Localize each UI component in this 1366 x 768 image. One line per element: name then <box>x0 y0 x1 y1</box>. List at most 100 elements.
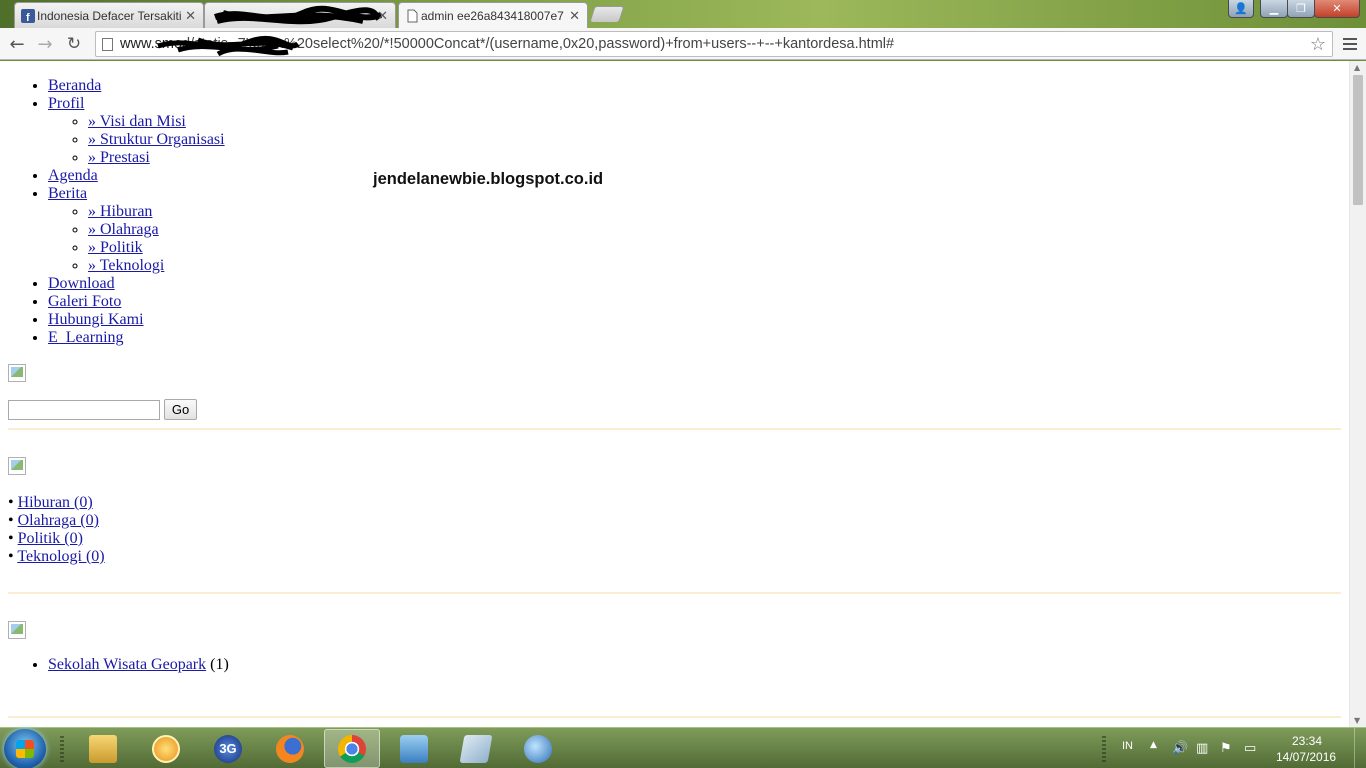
close-button[interactable]: ✕ <box>1314 0 1360 18</box>
search-input[interactable] <box>8 400 160 420</box>
show-desktop-button[interactable] <box>1354 728 1366 768</box>
tab-close-icon[interactable]: ✕ <box>569 8 580 24</box>
tab-active[interactable]: admin ee26a843418007e7 ✕ <box>398 2 588 28</box>
nav-link[interactable]: E_Learning <box>48 329 124 346</box>
submenu-link[interactable]: » Prestasi <box>88 149 150 166</box>
link-count: (1) <box>210 656 229 673</box>
globe-icon <box>524 734 552 763</box>
page-viewport: Beranda Profil » Visi dan Misi » Struktu… <box>0 61 1366 727</box>
browser-toolbar: ← → ↻ www.smo d/statis--7'union%20select%… <box>0 28 1366 60</box>
submenu: » Visi dan Misi » Struktur Organisasi » … <box>48 113 1341 167</box>
broken-image-icon <box>8 457 26 475</box>
tab-facebook[interactable]: f Indonesia Defacer Tersakiti ✕ <box>14 2 204 28</box>
nav-item-download: Download <box>48 275 1341 293</box>
system-tray: IN ▲ 🔊 ▥ ⚑ ▭ 23:34 14/07/2016 <box>1096 728 1366 768</box>
nav-link[interactable]: Beranda <box>48 77 101 94</box>
divider <box>8 716 1341 718</box>
nav-item-beranda: Beranda <box>48 77 1341 95</box>
submenu-link[interactable]: » Olahraga <box>88 221 159 238</box>
bullet: • <box>8 548 14 565</box>
taskbar-app-video[interactable] <box>386 729 442 768</box>
go-button[interactable]: Go <box>164 399 197 420</box>
display-icon[interactable]: ▭ <box>1244 741 1256 756</box>
vertical-scrollbar[interactable]: ▲ ▼ <box>1349 61 1366 727</box>
modem-3g-icon: 3G <box>214 734 242 763</box>
bookmark-star-icon[interactable]: ☆ <box>1310 34 1326 55</box>
scroll-up-arrow-icon[interactable]: ▲ <box>1354 63 1360 72</box>
browser-tab-bar: f Indonesia Defacer Tersakiti ✕ ✕ admin … <box>0 0 1366 28</box>
bullet: • <box>8 494 14 511</box>
category-list: • Hiburan (0) • Olahraga (0) • Politik (… <box>8 494 105 566</box>
taskbar-app-3g-modem[interactable]: 3G <box>200 729 256 768</box>
broken-image-icon <box>8 621 26 639</box>
nav-link[interactable]: Galeri Foto <box>48 293 121 310</box>
submenu-link[interactable]: » Hiburan <box>88 203 152 220</box>
submenu-link[interactable]: » Politik <box>88 239 143 256</box>
user-icon[interactable]: 👤 <box>1228 0 1254 18</box>
category-link[interactable]: Politik (0) <box>18 530 83 547</box>
bullet: • <box>8 530 14 547</box>
scrollbar-thumb[interactable] <box>1353 75 1363 205</box>
nav-item-profil: Profil » Visi dan Misi » Struktur Organi… <box>48 95 1341 167</box>
taskbar-app-globe[interactable] <box>510 729 566 768</box>
back-arrow-icon[interactable]: ← <box>5 32 29 56</box>
taskbar-app-explorer[interactable] <box>75 729 131 768</box>
tab-close-icon[interactable]: ✕ <box>377 8 388 24</box>
address-bar[interactable]: www.smo d/statis--7'union%20select%20/*!5… <box>95 31 1333 57</box>
taskbar-app-chrome[interactable] <box>324 729 380 768</box>
submenu-link[interactable]: » Struktur Organisasi <box>88 131 225 148</box>
volume-icon[interactable]: 🔊 <box>1172 741 1188 756</box>
nav-link[interactable]: Download <box>48 275 115 292</box>
nav-item-berita: Berita » Hiburan » Olahraga » Politik » … <box>48 185 1341 275</box>
divider <box>8 428 1341 430</box>
submenu-link[interactable]: » Visi dan Misi <box>88 113 186 130</box>
minimize-button[interactable]: ▁ <box>1260 0 1288 18</box>
reload-icon[interactable]: ↻ <box>62 32 86 56</box>
folder-icon <box>89 734 117 763</box>
nav-link[interactable]: Profil <box>48 95 84 112</box>
nav-link[interactable]: Hubungi Kami <box>48 311 144 328</box>
submenu: » Hiburan » Olahraga » Politik » Teknolo… <box>48 203 1341 275</box>
taskbar-app-notes[interactable] <box>448 729 504 768</box>
category-link[interactable]: Olahraga (0) <box>18 512 99 529</box>
tab-close-icon[interactable]: ✕ <box>185 8 196 24</box>
nav-link[interactable]: Berita <box>48 185 87 202</box>
maximize-button[interactable]: ❐ <box>1287 0 1315 18</box>
watermark-text: jendelanewbie.blogspot.co.id <box>373 170 604 188</box>
tray-grip <box>1102 736 1106 762</box>
nav-item-galeri-foto: Galeri Foto <box>48 293 1341 311</box>
new-tab-button[interactable] <box>589 6 625 22</box>
scroll-down-arrow-icon[interactable]: ▼ <box>1354 716 1360 725</box>
taskbar-app-media-player[interactable] <box>138 729 194 768</box>
clock-date[interactable]: 14/07/2016 <box>1276 750 1336 764</box>
nav-item-e-learning: E_Learning <box>48 329 1341 347</box>
category-link[interactable]: Hiburan (0) <box>18 494 93 511</box>
divider <box>8 592 1341 594</box>
nav-link[interactable]: Agenda <box>48 167 98 184</box>
network-icon[interactable]: ▥ <box>1196 741 1208 756</box>
list-link[interactable]: Sekolah Wisata Geopark <box>48 656 206 673</box>
redaction-scribble <box>157 35 300 56</box>
link-list: Sekolah Wisata Geopark (1) <box>8 656 229 674</box>
page-icon <box>102 38 113 51</box>
media-player-icon <box>152 734 180 763</box>
redaction-scribble <box>213 5 383 25</box>
language-indicator[interactable]: IN <box>1122 740 1133 752</box>
show-hidden-icons-icon[interactable]: ▲ <box>1150 740 1157 750</box>
main-nav: Beranda Profil » Visi dan Misi » Struktu… <box>8 77 1341 347</box>
chrome-menu-icon[interactable] <box>1340 32 1360 56</box>
submenu-link[interactable]: » Teknologi <box>88 257 164 274</box>
category-link[interactable]: Teknologi (0) <box>17 548 104 565</box>
list-item: Sekolah Wisata Geopark (1) <box>48 656 229 674</box>
nav-item-hubungi-kami: Hubungi Kami <box>48 311 1341 329</box>
forward-arrow-icon[interactable]: → <box>33 32 57 56</box>
start-button[interactable] <box>4 729 46 768</box>
clock-time[interactable]: 23:34 <box>1292 734 1322 748</box>
action-center-icon[interactable]: ⚑ <box>1220 741 1232 756</box>
video-icon <box>400 734 428 763</box>
list-item: • Teknologi (0) <box>8 548 105 566</box>
bullet: • <box>8 512 14 529</box>
taskbar-grip <box>60 736 64 762</box>
tab-redacted[interactable]: ✕ <box>204 2 396 28</box>
taskbar-app-firefox[interactable] <box>262 729 318 768</box>
